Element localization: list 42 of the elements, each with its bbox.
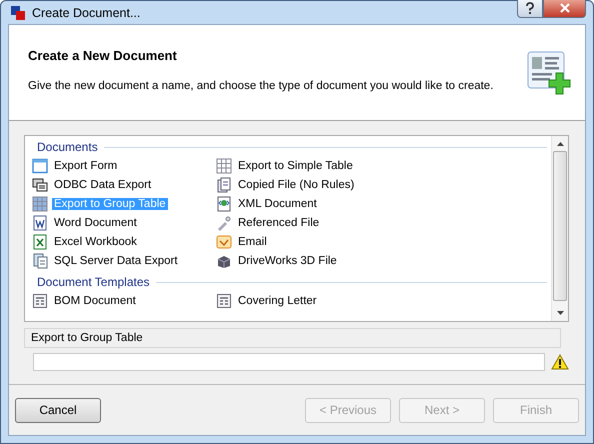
close-icon (560, 3, 570, 13)
document-type-item[interactable]: BOM Document (52, 295, 138, 307)
scrollbar-thumb[interactable] (553, 151, 567, 301)
form-icon (32, 158, 48, 174)
wizard-button[interactable]: Cancel (15, 398, 101, 422)
group-header: Documents (36, 140, 98, 154)
document-type-item[interactable]: Word Document (52, 217, 139, 229)
template-icon (32, 293, 48, 309)
header-title: Create a New Document (28, 48, 178, 62)
excel-icon (32, 234, 48, 250)
close-button[interactable] (543, 0, 586, 18)
window-title: Create Document... (32, 6, 140, 20)
word-icon (32, 215, 48, 231)
question-mark-icon (525, 2, 535, 14)
header-description: Give the new document a name, and choose the type of document you would like to create. (28, 80, 494, 92)
document-type-item[interactable]: Covering Letter (236, 295, 319, 307)
document-type-item[interactable]: SQL Server Data Export (52, 255, 180, 267)
document-type-item[interactable]: Excel Workbook (52, 236, 139, 248)
xml-icon (216, 196, 232, 212)
document-type-item[interactable]: XML Document (236, 198, 319, 210)
copy-icon (216, 177, 232, 193)
document-type-item[interactable]: Copied File (No Rules) (236, 179, 356, 191)
document-type-item[interactable]: Export Form (52, 160, 120, 172)
table-icon (32, 196, 48, 212)
scroll-down-icon (556, 311, 564, 315)
sql-icon (32, 253, 48, 269)
model-icon (216, 253, 232, 269)
grid-icon (216, 158, 232, 174)
document-type-item[interactable]: Export to Simple Table (236, 160, 355, 172)
group-header: Document Templates (36, 275, 150, 289)
document-type-item[interactable]: DriveWorks 3D File (236, 255, 339, 267)
vertical-scrollbar[interactable] (551, 136, 568, 321)
help-button[interactable] (517, 0, 543, 18)
name-input-field[interactable] (33, 353, 545, 371)
new-document-icon (527, 50, 571, 94)
document-type-item[interactable]: ODBC Data Export (52, 179, 154, 191)
template-icon (216, 293, 232, 309)
description-field: Export to Group Table (24, 328, 561, 348)
app-icon (10, 4, 26, 20)
document-type-item[interactable]: Email (236, 236, 269, 248)
scroll-up-icon (556, 142, 564, 146)
document-type-item[interactable]: Referenced File (236, 217, 322, 229)
